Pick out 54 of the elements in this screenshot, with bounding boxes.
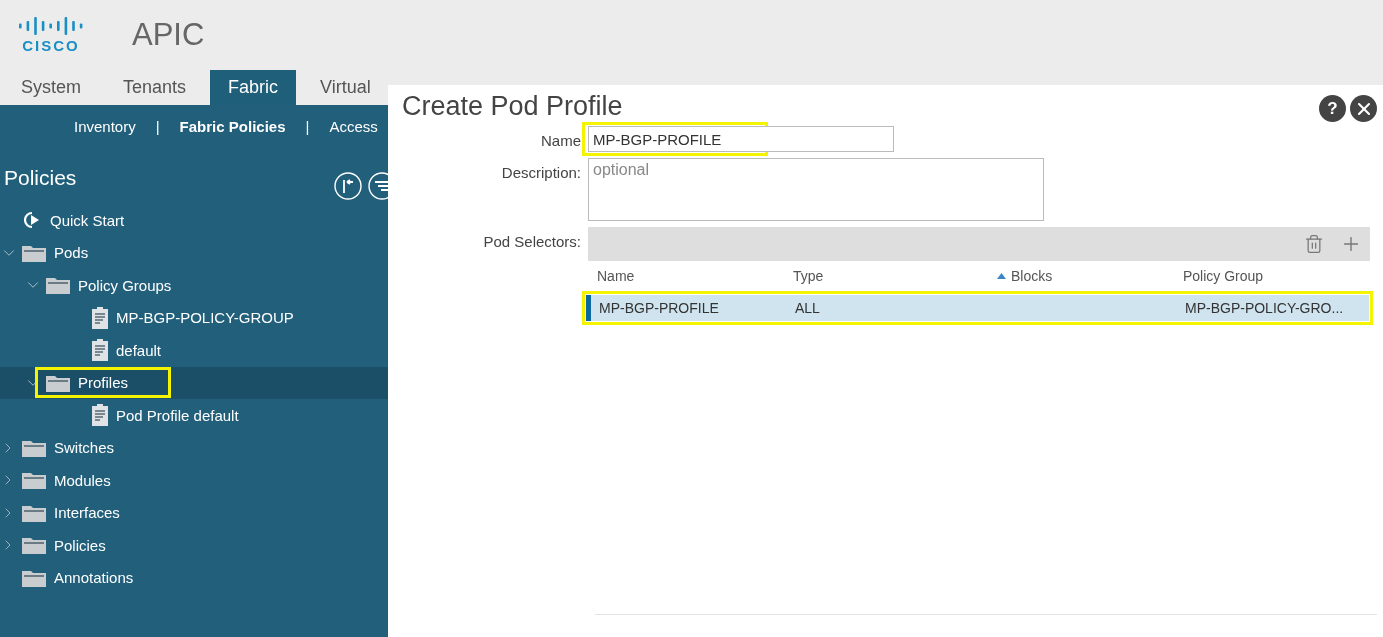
folder-icon (22, 503, 46, 522)
description-field[interactable]: optional (588, 158, 1044, 221)
close-button[interactable] (1350, 95, 1377, 122)
tree-item[interactable]: Pods (54, 242, 89, 264)
folder-icon (22, 568, 46, 587)
tree-item[interactable]: Annotations (54, 567, 134, 589)
field-label: Description: (500, 163, 581, 183)
table-cell-text: MP-BGP-PROFILE (599, 300, 720, 316)
table-row[interactable]: MP-BGP-PROFILE ALL MP-BGP-POLICY-GRO... (586, 295, 1369, 321)
column-header[interactable]: Policy Group (1183, 268, 1370, 284)
logo-bars-icon (18, 16, 84, 36)
tree-item[interactable]: Interfaces (54, 502, 120, 524)
sidebar-title: Policies (4, 166, 77, 190)
document-icon (92, 404, 108, 427)
table-cell-text: MP-BGP-POLICY-GRO... (1185, 300, 1345, 316)
tree-item[interactable]: Pod Profile default (116, 404, 239, 426)
logo-text: CISCO (22, 37, 80, 54)
nav-tab[interactable]: Tenants (105, 70, 205, 105)
tree-item[interactable]: Quick Start (50, 209, 125, 231)
document-icon (92, 306, 108, 329)
dialog-title: Create Pod Profile (402, 91, 623, 122)
separator: | (305, 118, 310, 135)
app-title: APIC (132, 17, 205, 53)
separator: | (155, 118, 160, 135)
collapse-all-icon[interactable] (334, 172, 362, 200)
tree-item[interactable]: Policies (54, 534, 106, 556)
folder-icon (22, 536, 46, 555)
delete-icon[interactable] (1304, 234, 1324, 254)
tree-item[interactable]: MP-BGP-POLICY-GROUP (116, 307, 294, 329)
folder-icon (22, 471, 46, 490)
subnav-link[interactable]: Access (329, 118, 378, 135)
folder-icon (22, 438, 46, 457)
folder-icon (46, 373, 70, 392)
field-label: Name (540, 131, 581, 151)
folder-icon (46, 276, 70, 295)
nav-tab[interactable]: System (3, 70, 99, 105)
subnav-link[interactable]: Inventory (74, 118, 136, 135)
table-cell-text: ALL (795, 300, 821, 316)
nav-tab[interactable]: Virtual (302, 70, 389, 105)
tree-item[interactable]: default (116, 339, 162, 361)
nav-tab[interactable]: Fabric (210, 70, 297, 105)
tree-item[interactable]: Modules (54, 469, 111, 491)
tree-item[interactable]: Policy Groups (78, 274, 172, 296)
column-header[interactable]: Name (597, 268, 793, 284)
subnav-link[interactable]: Fabric Policies (179, 118, 286, 135)
column-header[interactable]: Blocks (997, 268, 1183, 284)
folder-icon (22, 243, 46, 262)
name-input[interactable]: MP-BGP-PROFILE (588, 126, 894, 152)
tree-item[interactable]: Profiles (78, 372, 129, 394)
document-icon (92, 339, 108, 362)
help-button[interactable]: ? (1319, 95, 1346, 122)
field-label: Pod Selectors: (482, 232, 581, 252)
column-header[interactable]: Type (793, 268, 997, 284)
tree-item[interactable]: Switches (54, 437, 115, 459)
